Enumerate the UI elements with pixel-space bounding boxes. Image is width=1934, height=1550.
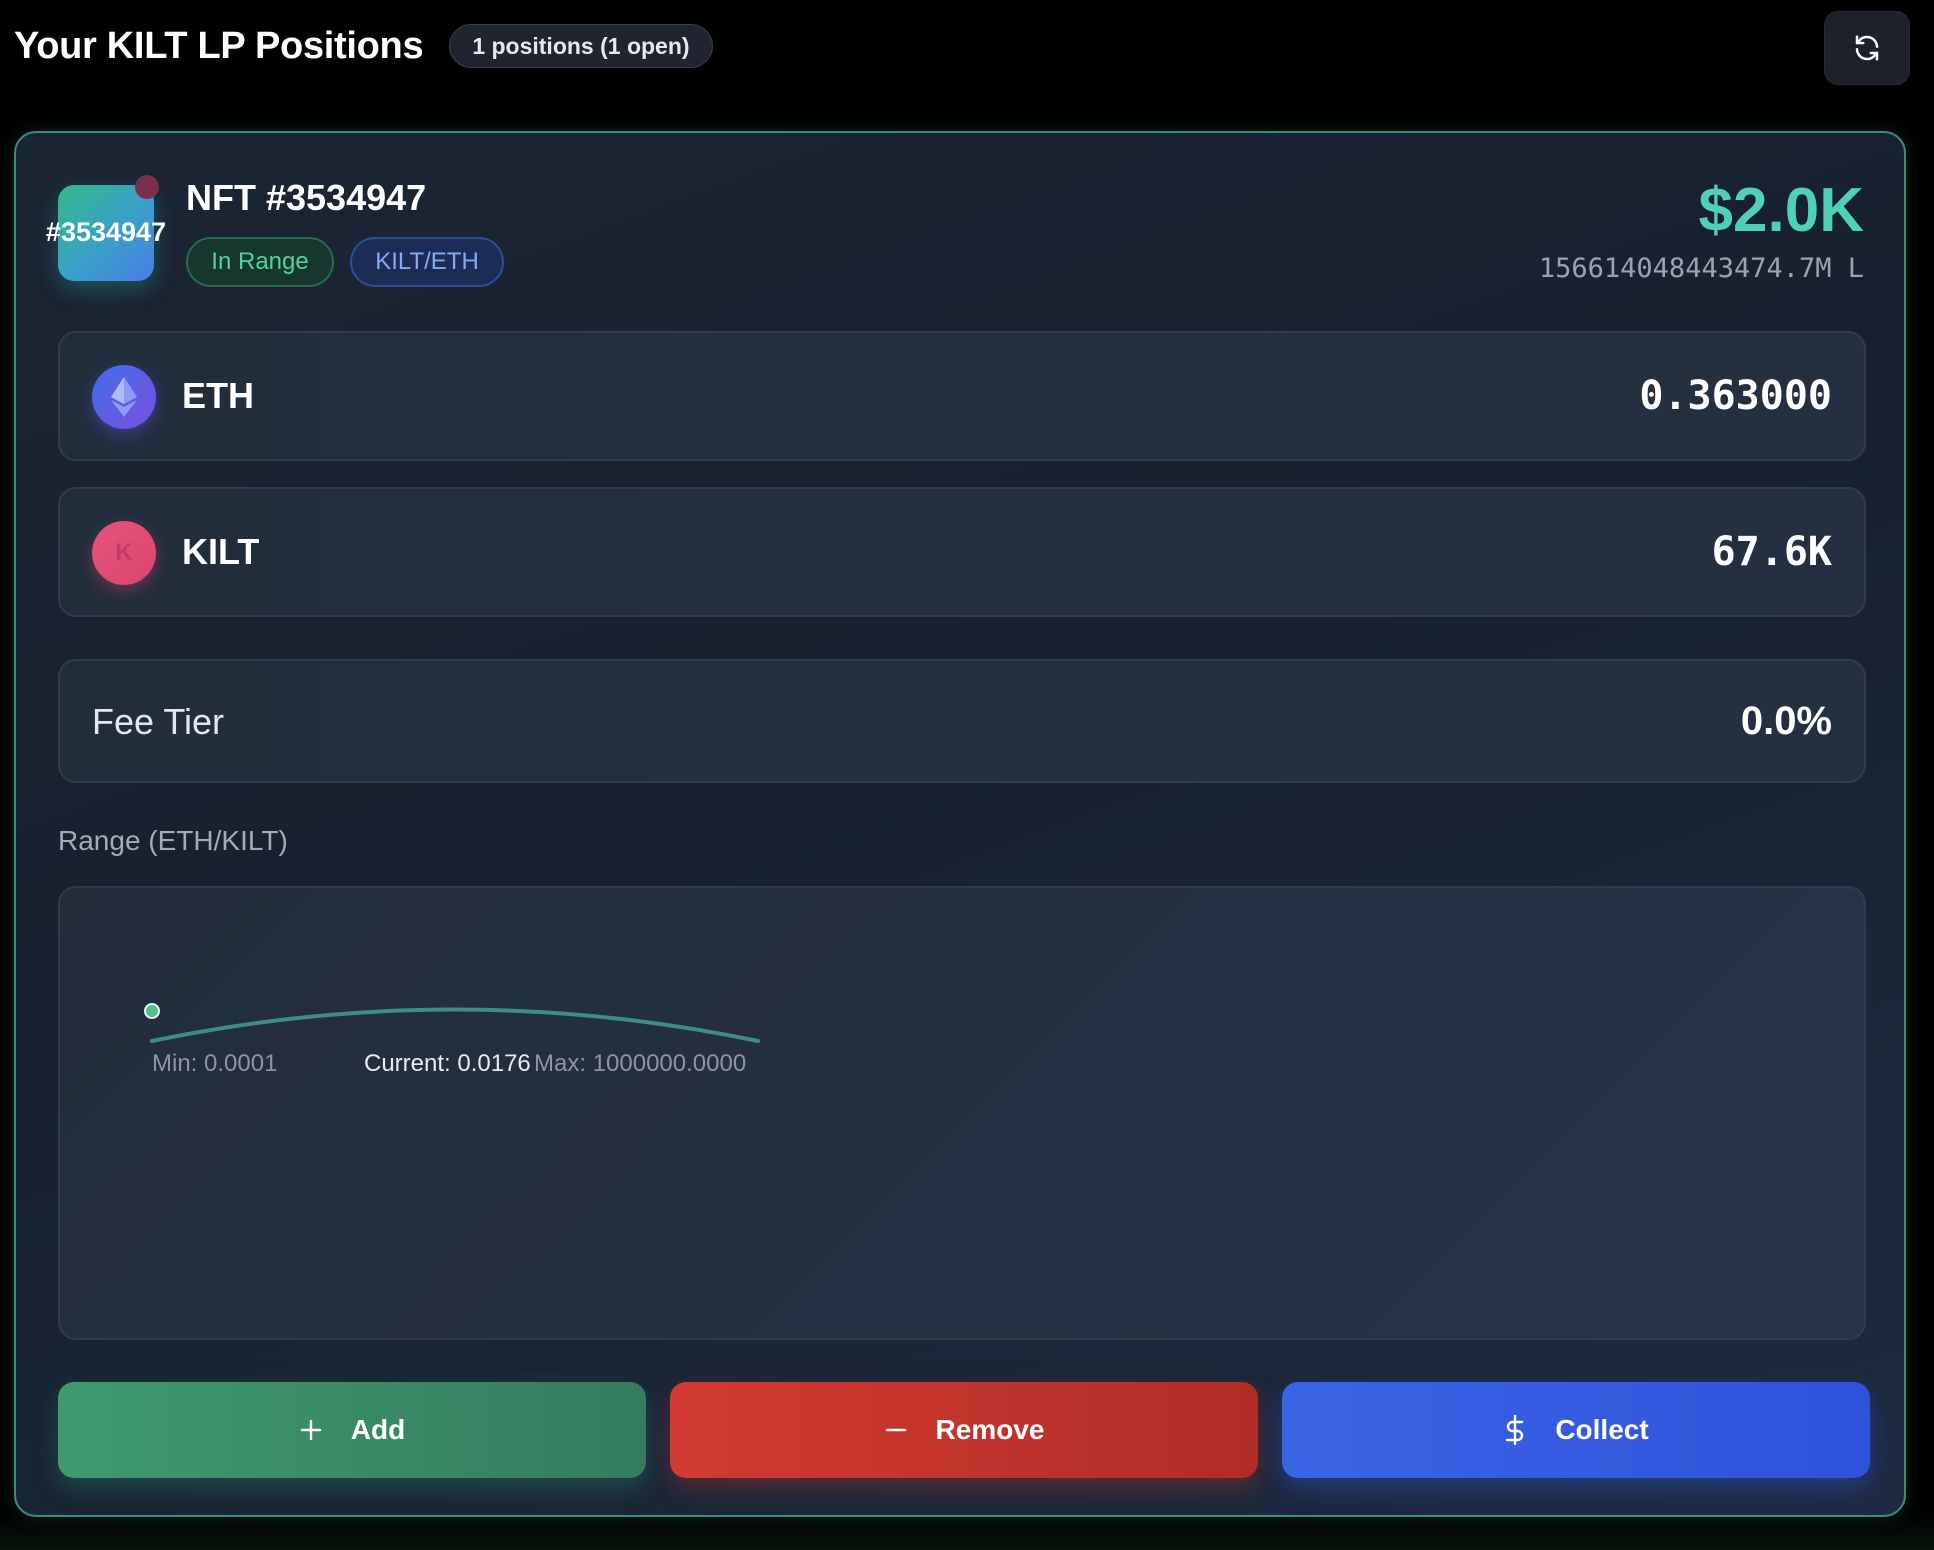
plus-icon	[299, 1418, 323, 1442]
range-current-label: Current: 0.0176	[364, 1050, 531, 1077]
add-liquidity-button[interactable]: Add	[58, 1382, 646, 1478]
nft-avatar-label: #3534947	[45, 217, 167, 247]
remove-liquidity-button[interactable]: Remove	[670, 1382, 1258, 1478]
range-curve	[150, 1007, 760, 1043]
positions-count-badge: 1 positions (1 open)	[449, 24, 713, 68]
in-range-badge: In Range	[186, 237, 334, 287]
page-title: Your KILT LP Positions	[14, 24, 424, 67]
minus-icon	[884, 1418, 908, 1442]
nft-title: NFT #3534947	[186, 177, 427, 218]
token-amount: 0.363000	[1639, 373, 1832, 419]
position-value: $2.0K	[1698, 176, 1864, 245]
kilt-glyph: K	[115, 539, 133, 566]
ethereum-icon	[92, 365, 156, 429]
collect-fees-button[interactable]: Collect	[1282, 1382, 1870, 1478]
dollar-icon	[1503, 1415, 1527, 1445]
fee-tier-value: 0.0%	[1740, 699, 1832, 743]
status-dot-icon	[135, 175, 159, 199]
pair-badge: KILT/ETH	[350, 237, 504, 287]
range-max-label: Max: 1000000.0000	[534, 1050, 747, 1077]
position-liquidity: 156614048443474.7M L	[1538, 253, 1864, 284]
token-amount: 67.6K	[1711, 529, 1832, 575]
range-label: Range (ETH/KILT)	[58, 825, 288, 856]
range-min-label: Min: 0.0001	[152, 1050, 278, 1077]
nft-avatar: #3534947	[46, 185, 166, 281]
token-row-eth: ETH 0.363000	[58, 331, 1866, 461]
remove-button-label: Remove	[935, 1414, 1045, 1445]
token-symbol: KILT	[182, 531, 260, 572]
fee-tier-row: Fee Tier 0.0%	[58, 659, 1866, 783]
token-row-kilt: K KILT 67.6K	[58, 487, 1866, 617]
page-header: Your KILT LP Positions 1 positions (1 op…	[14, 22, 713, 70]
refresh-button[interactable]	[1824, 11, 1910, 85]
collect-button-label: Collect	[1555, 1414, 1649, 1445]
current-price-marker	[144, 1003, 160, 1019]
token-symbol: ETH	[182, 375, 254, 416]
refresh-icon	[1855, 35, 1879, 61]
price-range-chart: Min: 0.0001 Current: 0.0176 Max: 1000000…	[58, 886, 1866, 1340]
range-visual	[144, 1003, 760, 1043]
position-card[interactable]: #3534947 NFT #3534947 In Range KILT/ETH …	[14, 131, 1906, 1517]
add-button-label: Add	[350, 1414, 406, 1445]
kilt-icon: K	[92, 521, 156, 585]
fee-tier-label: Fee Tier	[92, 701, 225, 742]
